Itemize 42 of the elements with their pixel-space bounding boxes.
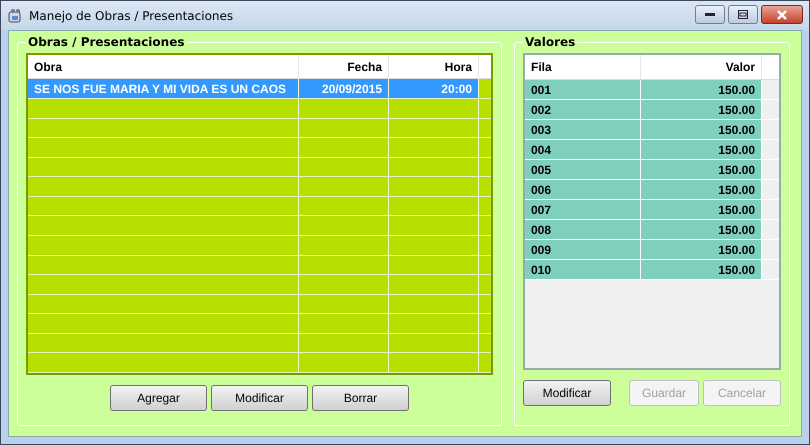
minimize-button[interactable] — [695, 5, 725, 24]
table-cell: 009 — [525, 240, 641, 259]
table-cell: 005 — [525, 160, 641, 179]
column-header: Fila — [525, 55, 641, 79]
column-header: Obra — [28, 55, 299, 78]
window-title: Manejo de Obras / Presentaciones — [29, 8, 234, 22]
restore-icon — [738, 10, 748, 19]
table-cell: SE NOS FUE MARIA Y MI VIDA ES UN CAOS — [28, 79, 299, 98]
minimize-icon — [705, 12, 715, 16]
close-icon — [776, 10, 788, 20]
action-button[interactable]: Modificar — [523, 380, 611, 406]
table-cell: 002 — [525, 100, 641, 119]
table-cell: 150.00 — [641, 160, 762, 179]
action-button[interactable]: Agregar — [110, 385, 207, 411]
table-cell: 20:00 — [389, 79, 479, 98]
table-cell: 150.00 — [641, 100, 762, 119]
column-header: Valor — [641, 55, 762, 79]
table-cell: 150.00 — [641, 120, 762, 139]
table-cell: 150.00 — [641, 200, 762, 219]
group-title: Valores — [524, 35, 576, 49]
table-cell: 010 — [525, 260, 641, 279]
table-cell: 006 — [525, 180, 641, 199]
table-cell: 001 — [525, 80, 641, 99]
maximize-button[interactable] — [728, 5, 758, 24]
table-cell: 008 — [525, 220, 641, 239]
table-cell: 150.00 — [641, 80, 762, 99]
table-cell: 150.00 — [641, 140, 762, 159]
app-icon — [7, 8, 23, 24]
column-header: Hora — [389, 55, 479, 78]
table-cell: 150.00 — [641, 220, 762, 239]
close-button[interactable] — [761, 5, 803, 24]
table-cell: 007 — [525, 200, 641, 219]
table-cell: 150.00 — [641, 260, 762, 279]
column-header: Fecha — [299, 55, 389, 78]
table-cell: 004 — [525, 140, 641, 159]
action-button[interactable]: Modificar — [211, 385, 308, 411]
table-cell: 150.00 — [641, 240, 762, 259]
table-cell: 20/09/2015 — [299, 79, 389, 98]
table-cell: 003 — [525, 120, 641, 139]
group-title: Obras / Presentaciones — [27, 35, 186, 49]
action-button[interactable]: Borrar — [312, 385, 409, 411]
table-cell: 150.00 — [641, 180, 762, 199]
